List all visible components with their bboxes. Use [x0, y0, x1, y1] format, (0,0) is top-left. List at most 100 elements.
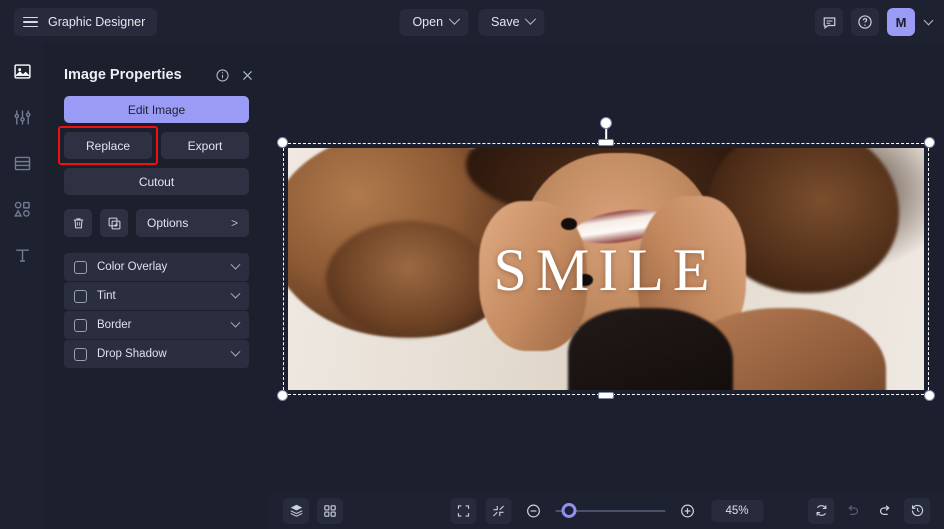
- chevron-down-icon[interactable]: [230, 317, 241, 328]
- effect-label: Drop Shadow: [97, 348, 167, 360]
- layers-button[interactable]: [283, 497, 309, 524]
- export-button[interactable]: Export: [161, 132, 249, 159]
- history-controls: [808, 497, 930, 524]
- panel-header: Image Properties: [44, 54, 269, 96]
- zoom-out-button[interactable]: [520, 498, 546, 524]
- edit-image-button[interactable]: Edit Image: [64, 96, 249, 123]
- app-title: Graphic Designer: [48, 15, 146, 29]
- reset-button[interactable]: [808, 497, 834, 524]
- selection-outline: [283, 143, 929, 395]
- chevron-right-icon: >: [230, 216, 238, 230]
- save-label: Save: [491, 15, 520, 29]
- trash-icon: [71, 216, 86, 231]
- design-canvas[interactable]: SMILE: [269, 44, 944, 529]
- zoom-in-icon: [679, 503, 695, 519]
- zoom-slider[interactable]: [555, 503, 665, 518]
- effect-row-color-overlay[interactable]: Color Overlay: [64, 253, 249, 281]
- resize-handle-top-center[interactable]: [598, 139, 614, 146]
- account-actions: M: [815, 0, 934, 44]
- effect-label: Tint: [97, 290, 116, 302]
- chevron-down-icon[interactable]: [923, 15, 934, 26]
- duplicate-button[interactable]: [100, 209, 128, 237]
- info-circle-icon[interactable]: [215, 68, 230, 83]
- effect-row-tint[interactable]: Tint: [64, 282, 249, 310]
- app-brand[interactable]: Graphic Designer: [14, 8, 158, 36]
- zoom-level-value[interactable]: 45%: [711, 499, 763, 522]
- redo-button[interactable]: [872, 498, 898, 524]
- grid-button[interactable]: [317, 497, 343, 524]
- resize-handle-bottom-right[interactable]: [924, 390, 935, 401]
- zoom-out-icon: [525, 503, 541, 519]
- tool-rail: [0, 44, 44, 529]
- shrink-icon: [491, 504, 505, 518]
- effects-list: Color Overlay Tint Border Drop Shadow: [64, 253, 249, 368]
- hamburger-icon[interactable]: [23, 16, 38, 28]
- zoom-in-button[interactable]: [674, 498, 700, 524]
- comment-button[interactable]: [815, 8, 843, 36]
- rotate-handle[interactable]: [600, 117, 612, 129]
- options-label: Options: [147, 216, 189, 230]
- delete-button[interactable]: [64, 209, 92, 237]
- replace-export-row: Replace Export: [58, 126, 249, 165]
- options-button[interactable]: Options >: [136, 209, 249, 237]
- chevron-down-icon[interactable]: [230, 346, 241, 357]
- history-icon: [910, 503, 925, 518]
- sidebar-item-template[interactable]: [9, 150, 35, 176]
- grid-icon: [323, 504, 337, 518]
- resize-handle-bottom-center[interactable]: [598, 392, 614, 399]
- layout-icon: [13, 154, 32, 173]
- replace-button[interactable]: Replace: [64, 132, 152, 159]
- resize-handle-bottom-left[interactable]: [277, 390, 288, 401]
- chevron-down-icon: [448, 13, 460, 25]
- zoom-slider-handle[interactable]: [561, 503, 576, 518]
- selected-image-object[interactable]: SMILE: [277, 117, 935, 401]
- sidebar-item-elements[interactable]: [9, 196, 35, 222]
- open-button[interactable]: Open: [399, 8, 469, 36]
- top-bar: Graphic Designer Open Save M: [0, 0, 944, 44]
- redo-icon: [877, 503, 893, 519]
- effect-row-drop-shadow[interactable]: Drop Shadow: [64, 340, 249, 368]
- checkbox-color-overlay[interactable]: [74, 260, 87, 274]
- resize-handle-top-left[interactable]: [277, 137, 288, 148]
- page-title: Image Properties: [64, 67, 182, 83]
- image-icon: [13, 62, 32, 81]
- save-button[interactable]: Save: [478, 8, 545, 36]
- checkbox-drop-shadow[interactable]: [74, 347, 87, 361]
- reset-icon: [814, 503, 829, 518]
- file-actions: Open Save: [399, 0, 545, 44]
- avatar[interactable]: M: [887, 8, 915, 36]
- sidebar-item-image[interactable]: [9, 58, 35, 84]
- sidebar-item-text[interactable]: [9, 242, 35, 268]
- help-button[interactable]: [851, 8, 879, 36]
- chevron-down-icon[interactable]: [230, 259, 241, 270]
- checkbox-border[interactable]: [74, 318, 87, 332]
- layers-icon: [289, 503, 304, 518]
- undo-icon: [845, 503, 861, 519]
- shapes-icon: [13, 200, 32, 219]
- panel-body: Edit Image Replace Export Cutout Options…: [44, 96, 269, 368]
- comment-icon: [822, 15, 837, 30]
- text-icon: [13, 246, 32, 265]
- duplicate-icon: [107, 216, 122, 231]
- zoom-controls: 45%: [450, 497, 763, 524]
- open-label: Open: [412, 15, 444, 29]
- chevron-down-icon[interactable]: [230, 288, 241, 299]
- sidebar-item-adjust[interactable]: [9, 104, 35, 130]
- image-properties-panel: Image Properties Edit Image Replace Expo…: [44, 44, 269, 529]
- help-circle-icon: [857, 14, 873, 30]
- fit-screen-button[interactable]: [450, 497, 476, 524]
- checkbox-tint[interactable]: [74, 289, 87, 303]
- history-button[interactable]: [904, 497, 930, 524]
- undo-button[interactable]: [840, 498, 866, 524]
- object-tools-row: Options >: [64, 209, 249, 237]
- resize-handle-top-right[interactable]: [924, 137, 935, 148]
- effect-row-border[interactable]: Border: [64, 311, 249, 339]
- close-icon[interactable]: [240, 68, 255, 83]
- effect-label: Color Overlay: [97, 261, 168, 273]
- cutout-button[interactable]: Cutout: [64, 168, 249, 195]
- chevron-down-icon: [524, 13, 537, 25]
- canvas-view-tools: [283, 497, 343, 524]
- effect-label: Border: [97, 319, 132, 331]
- sliders-icon: [13, 108, 32, 127]
- shrink-to-fit-button[interactable]: [485, 497, 511, 524]
